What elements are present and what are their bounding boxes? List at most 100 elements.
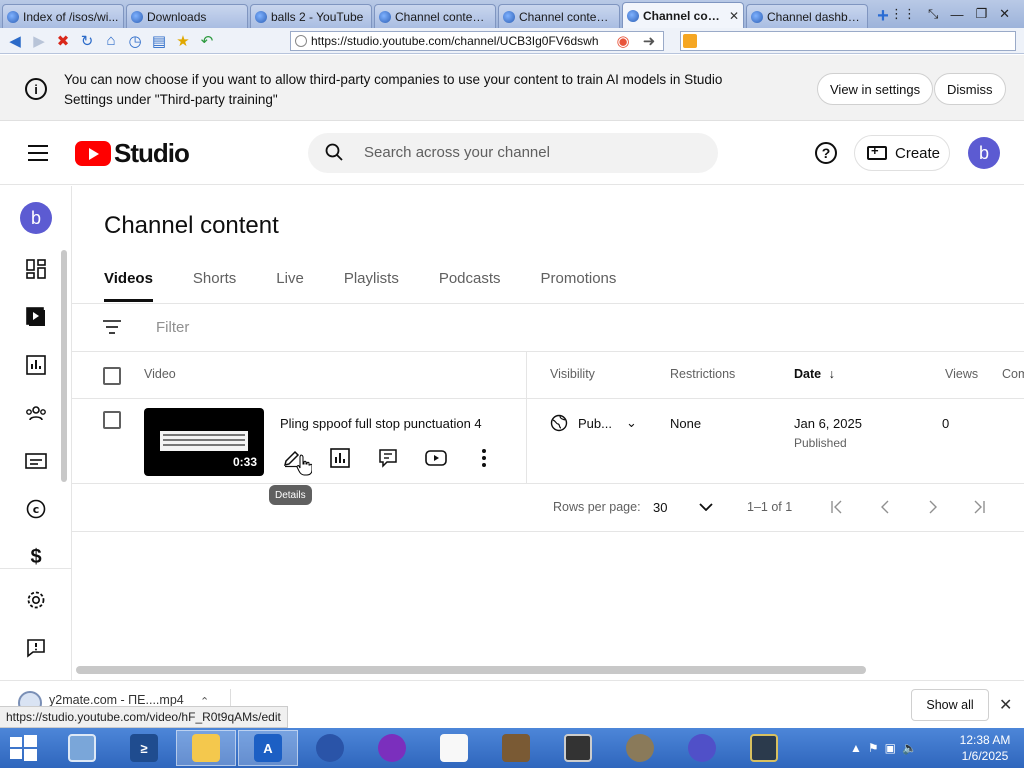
stop-icon[interactable]: ✖ [52,30,74,52]
star-icon[interactable]: ★ [172,30,194,52]
chevron-down-icon[interactable] [696,497,716,517]
tab-videos[interactable]: Videos [104,270,153,302]
channel-avatar[interactable]: b [20,202,52,234]
browser-tab[interactable]: Channel dashboa... [746,4,868,28]
grid-icon[interactable]: ⋮⋮ [890,6,916,22]
create-button[interactable]: Create [854,135,950,171]
maximize-icon[interactable]: ❐ [975,6,987,22]
browser-tab[interactable]: balls 2 - YouTube [250,4,372,28]
copyright-icon[interactable]: c [24,497,48,521]
taskbar-yahoo[interactable] [362,730,422,766]
column-header-views[interactable]: Views [945,367,978,381]
forward-icon[interactable]: ▶ [28,30,50,52]
tab-shorts[interactable]: Shorts [193,270,236,302]
more-options-icon[interactable] [472,446,496,470]
close-window-icon[interactable]: ✕ [999,6,1010,22]
select-all-checkbox[interactable] [103,367,121,385]
menu-icon[interactable] [28,145,48,161]
taskbar-notepad[interactable] [424,730,484,766]
sidebar-scrollbar[interactable] [61,250,67,482]
comments-icon[interactable] [376,446,400,470]
tab-playlists[interactable]: Playlists [344,270,399,302]
next-page-icon[interactable] [923,497,943,517]
tab-promotions[interactable]: Promotions [541,270,617,302]
volume-icon[interactable]: 🔈 [902,741,917,755]
column-header-date[interactable]: Date ↓ [794,367,835,381]
taskbar-app-sync[interactable] [300,730,360,766]
studio-logo[interactable]: Studio [75,138,190,169]
address-bar[interactable]: https://studio.youtube.com/channel/UCB3I… [290,31,664,51]
search-engine-icon[interactable] [683,34,697,48]
analytics-icon[interactable] [24,353,48,377]
content-icon[interactable] [0,293,72,341]
taskbar-gimp[interactable] [610,730,670,766]
taskbar-camera[interactable] [548,730,608,766]
tray-expand-icon[interactable]: ▲ [850,741,862,755]
close-tab-icon[interactable]: ✕ [729,9,739,23]
clock[interactable]: 12:38 AM 1/6/2025 [950,732,1020,764]
chrome-icon[interactable]: ◉ [612,30,634,52]
back-icon[interactable]: ◀ [4,30,26,52]
subtitles-icon[interactable] [24,449,48,473]
settings-icon[interactable] [24,588,48,612]
home-icon[interactable]: ⌂ [100,30,122,52]
close-icon[interactable]: ✕ [999,695,1012,715]
tab-live[interactable]: Live [276,270,304,302]
first-page-icon[interactable] [827,497,847,517]
previous-page-icon[interactable] [875,497,895,517]
network-icon[interactable]: ▣ [885,741,896,755]
column-header-comments[interactable]: Com [1002,367,1024,381]
chevron-down-icon: ⌄ [625,415,637,430]
taskbar-powershell[interactable]: ≥ [114,730,174,766]
column-header-visibility[interactable]: Visibility [550,367,595,381]
reload-icon[interactable]: ↻ [76,30,98,52]
go-arrow-icon[interactable]: ➜ [638,30,660,52]
earn-icon[interactable]: $ [24,545,48,569]
row-checkbox[interactable] [103,411,121,429]
rows-per-page-value[interactable]: 30 [653,500,667,515]
history-icon[interactable]: ◷ [124,30,146,52]
tab-podcasts[interactable]: Podcasts [439,270,501,302]
taskbar-server-manager[interactable] [52,730,112,766]
search-input[interactable]: Search across your channel [308,133,718,173]
view-in-settings-button[interactable]: View in settings [817,73,934,105]
browser-tab[interactable]: Index of /isos/wi... [2,4,124,28]
feedback-icon[interactable] [24,636,48,660]
taskbar-gear-app[interactable] [672,730,732,766]
download-file-name[interactable]: y2mate.com - ПЕ....mp4 [49,693,184,707]
last-page-icon[interactable] [969,497,989,517]
taskbar-minecraft[interactable] [486,730,546,766]
undo-icon[interactable]: ↶ [196,30,218,52]
restore-icon[interactable]: ⤡ [928,6,938,22]
browser-search-box[interactable] [680,31,1016,51]
browser-tab[interactable]: Channel content ... [374,4,496,28]
browser-tab[interactable]: Downloads [126,4,248,28]
analytics-icon[interactable] [328,446,352,470]
dashboard-icon[interactable] [24,257,48,281]
dismiss-button[interactable]: Dismiss [934,73,1006,105]
column-header-restrictions[interactable]: Restrictions [670,367,735,381]
account-avatar[interactable]: b [968,137,1000,169]
filter-input[interactable]: Filter [156,319,189,336]
filter-icon[interactable] [103,320,121,334]
youtube-play-icon[interactable] [424,446,448,470]
visibility-select[interactable]: Pub... ⌄ [550,414,637,432]
taskbar-explorer[interactable] [176,730,236,766]
video-title[interactable]: Pling sppoof full stop punctuation 4 [280,416,482,431]
flag-icon[interactable]: ⚑ [868,741,879,755]
browser-tab[interactable]: Channel content ... [498,4,620,28]
video-thumbnail[interactable]: 0:33 [144,408,264,476]
info-icon: i [25,78,47,100]
taskbar-browser[interactable]: A [238,730,298,766]
sync-icon [316,734,344,762]
horizontal-scrollbar[interactable] [76,666,866,674]
help-icon[interactable]: ? [815,142,837,164]
bookmarks-icon[interactable]: ▤ [148,30,170,52]
site-info-icon[interactable] [295,35,307,47]
community-icon[interactable] [24,401,48,425]
browser-tab-active[interactable]: Channel cont... ✕ [622,2,744,28]
taskbar-terminal[interactable] [734,730,794,766]
show-all-button[interactable]: Show all [911,689,989,721]
windows-start-icon[interactable] [6,732,40,764]
minimize-icon[interactable]: — [950,7,963,22]
